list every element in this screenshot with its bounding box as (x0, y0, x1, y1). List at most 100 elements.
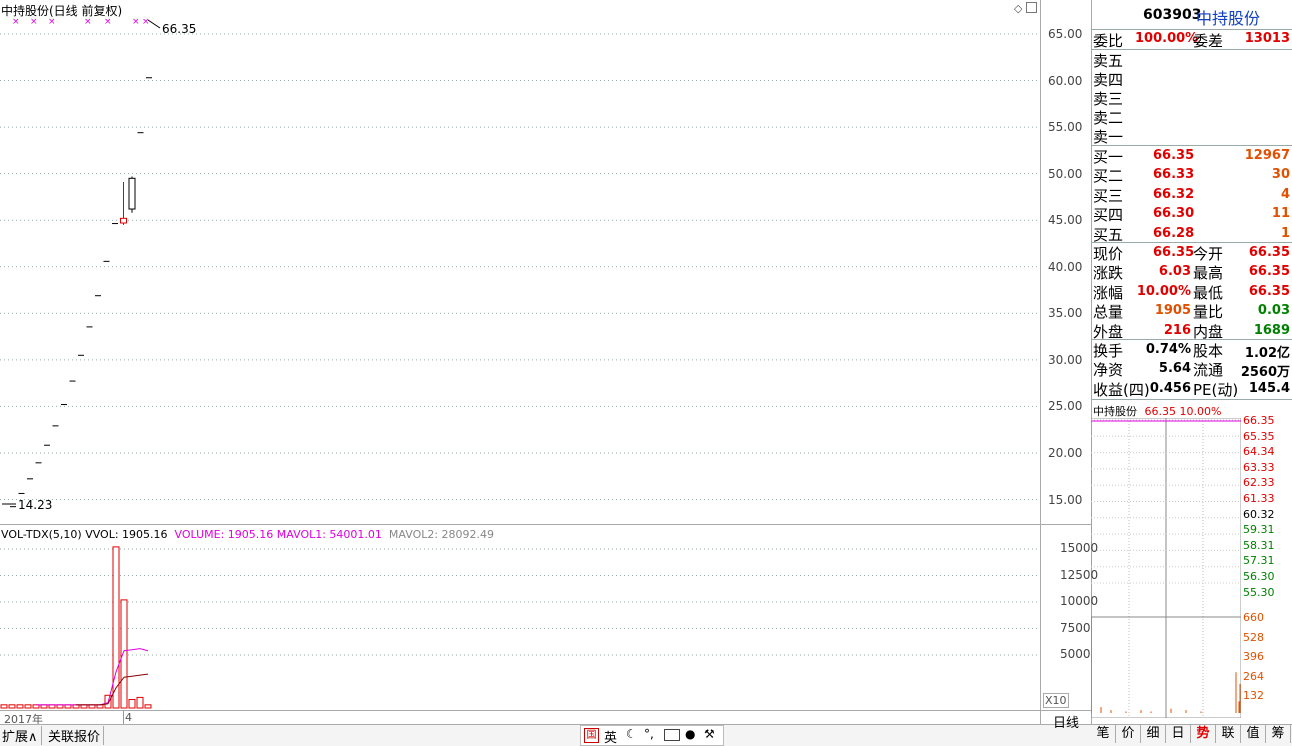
limit-up-marker: × (12, 17, 20, 27)
volume-tick: 10000 (1060, 594, 1099, 608)
main-chart[interactable]: 中持股份(日线 前复权) ◇ × × × × × × × 66.35 14.23 (0, 0, 1040, 524)
volume-bar (24, 704, 32, 709)
stat-label: 净资 (1093, 361, 1124, 380)
volume-bar (0, 704, 8, 709)
buy-price: 66.30 (1153, 206, 1195, 222)
stat-label: 内盘 (1193, 322, 1224, 341)
panel-tab[interactable]: 势 (1191, 725, 1216, 743)
stat-value: 216 (1163, 322, 1191, 338)
mini-price-tick: 58.31 (1243, 538, 1275, 552)
punct-icon[interactable]: °, (644, 727, 654, 741)
stat-value: 1689 (1253, 322, 1290, 338)
volume-tick: 7500 (1060, 620, 1091, 635)
weibi-label: 委比 (1093, 32, 1124, 50)
limit-up-marker: × (30, 17, 38, 27)
limit-up-marker: × (84, 17, 92, 27)
max-arrow (147, 19, 161, 29)
stat-value: 6.03 (1158, 264, 1191, 280)
mini-price-tick: 64.34 (1243, 445, 1275, 459)
buy-price: 66.33 (1153, 167, 1195, 183)
weibi-value: 100.00% (1135, 31, 1199, 46)
volume-panel[interactable]: VOL-TDX(5,10) VVOL: 1905.16 VOLUME: 1905… (0, 524, 1040, 711)
panel-tab[interactable]: 筹 (1266, 725, 1291, 743)
stat-label: 外盘 (1093, 322, 1124, 341)
volume-bar (16, 704, 24, 709)
buy-volume: 1 (1280, 225, 1290, 241)
volume-tick: 5000 (1060, 647, 1091, 661)
x-axis: 2017年 4 (0, 710, 1040, 726)
ime-logo-icon[interactable]: 国 (584, 728, 599, 743)
stat-value: 66.35 (1248, 264, 1290, 280)
min-price-label: 14.23 (18, 498, 53, 512)
stat-value: 2560万 (1240, 365, 1290, 381)
volume-tick: 12500 (1060, 567, 1099, 582)
stat-label: 最低 (1193, 283, 1224, 302)
limit-up-marker: × (142, 17, 150, 27)
stat-label: 流通 (1193, 361, 1224, 380)
related-quotes-tab[interactable]: 关联报价 (48, 726, 105, 745)
intraday-chart[interactable] (1091, 418, 1241, 718)
panel-tab[interactable]: 联 (1216, 725, 1241, 743)
stat-label: 最高 (1193, 264, 1224, 283)
stat-value: 10.00% (1136, 283, 1191, 299)
user-icon[interactable]: ● (685, 727, 695, 741)
price-tick: 60.00 (1048, 73, 1083, 88)
period-label[interactable]: 日线 (1053, 712, 1079, 731)
volume-bar (136, 696, 144, 709)
mini-price-tick: 56.30 (1243, 570, 1275, 583)
volume-bar (128, 699, 136, 709)
stat-value: 145.4 (1248, 380, 1290, 396)
stat-label: 现价 (1093, 245, 1124, 263)
candlestick-chart: × × × × × × × (0, 17, 1040, 508)
mini-chart-header: 中持股份 66.35 10.00% (1093, 403, 1221, 419)
stock-code: 603903 (1143, 7, 1202, 23)
expand-tab[interactable]: 扩展∧ (2, 726, 42, 745)
price-tick: 35.00 (1048, 306, 1083, 321)
mini-price-tick: 63.33 (1243, 460, 1275, 474)
stat-label: 收益(四) (1093, 380, 1150, 399)
stat-value: 5.64 (1158, 361, 1191, 377)
candle (128, 176, 136, 213)
price-tick: 55.00 (1048, 120, 1083, 135)
candle (120, 182, 127, 225)
stat-label: 换手 (1093, 342, 1124, 360)
x-axis-month: 4 (123, 711, 132, 724)
stat-value: 66.35 (1248, 245, 1290, 260)
stat-value: 0.74% (1145, 342, 1191, 357)
panel-tab[interactable]: 日 (1166, 725, 1191, 743)
stat-value: 1.02亿 (1244, 346, 1290, 361)
buy-price: 66.35 (1153, 148, 1195, 163)
mini-price-tick: 60.32 (1243, 507, 1275, 521)
stock-name[interactable]: 中持股份 (1196, 5, 1260, 29)
ime-lang-label[interactable]: 英 (604, 727, 617, 746)
price-tick: 15.00 (1048, 492, 1083, 507)
moon-icon[interactable]: ☾ (626, 727, 637, 741)
mini-volume-tick: 528 (1243, 630, 1264, 644)
mini-price-tick: 65.35 (1243, 429, 1275, 443)
buy-volume: 12967 (1244, 148, 1290, 163)
panel-tab[interactable]: 细 (1141, 725, 1166, 743)
price-tick: 45.00 (1048, 213, 1083, 228)
limit-up-marker: × (48, 17, 56, 27)
mini-price-tick: 61.33 (1243, 492, 1275, 505)
panel-tab[interactable]: 笔 (1091, 725, 1116, 743)
panel-tab[interactable]: 值 (1241, 725, 1266, 743)
volume-tick: 15000 (1060, 541, 1099, 555)
wrench-icon[interactable]: ⚒ (704, 727, 715, 741)
mini-price-tick: 62.33 (1243, 476, 1275, 490)
mini-price-tick: 57.31 (1243, 554, 1275, 568)
stat-label: 总量 (1093, 303, 1124, 322)
keyboard-icon[interactable] (664, 729, 680, 741)
buy-level-label: 买二 (1093, 167, 1124, 186)
price-tick: 50.00 (1048, 166, 1083, 181)
mini-volume-tick: 660 (1243, 611, 1264, 624)
buy-level-label: 买五 (1093, 225, 1124, 244)
stat-label: 涨幅 (1093, 283, 1124, 302)
mini-volume-tick: 264 (1243, 669, 1264, 683)
volume-bar (144, 704, 152, 709)
price-tick: 30.00 (1048, 352, 1083, 367)
volume-bar (120, 599, 128, 709)
panel-tab[interactable]: 价 (1116, 725, 1141, 743)
buy-level-label: 买一 (1093, 148, 1124, 166)
stat-value: 0.456 (1149, 380, 1191, 396)
